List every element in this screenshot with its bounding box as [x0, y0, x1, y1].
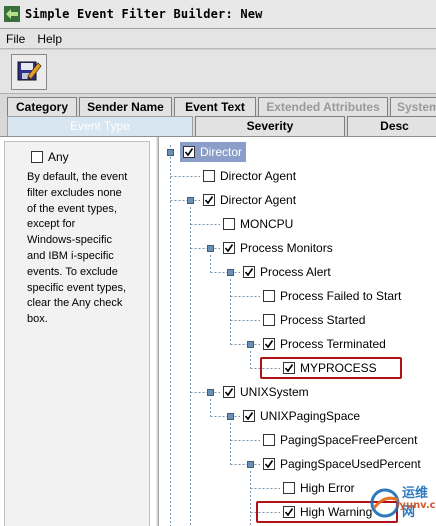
any-option[interactable]: Any: [31, 150, 69, 164]
help-text: By default, the event filter excludes no…: [27, 170, 147, 328]
help-line: except for: [27, 218, 76, 231]
node-checkbox[interactable]: [183, 146, 195, 158]
node-label: Process Monitors: [240, 241, 333, 255]
node-label: PagingSpaceFreePercent: [280, 433, 418, 447]
tree-node-process-failed-to-start[interactable]: Process Failed to Start: [263, 287, 401, 305]
help-line: specific event types,: [27, 281, 127, 294]
tree-node-director[interactable]: Director: [180, 142, 247, 162]
expand-handle[interactable]: [247, 341, 254, 348]
any-checkbox[interactable]: [31, 151, 43, 163]
node-checkbox[interactable]: [223, 386, 235, 398]
node-checkbox[interactable]: [283, 482, 295, 494]
watermark-url: iyunv.com: [396, 500, 436, 511]
node-checkbox[interactable]: [203, 194, 215, 206]
tree-node-process-started[interactable]: Process Started: [263, 311, 365, 329]
tree-node-unixpagingspace[interactable]: UNIXPagingSpace: [243, 407, 360, 425]
help-line: Windows-specific: [27, 234, 112, 247]
node-label: PagingSpaceUsedPercent: [280, 457, 421, 471]
highlight-box-myprocess: [260, 357, 402, 379]
help-line: and IBM i-specific: [27, 249, 114, 262]
tab-system[interactable]: System: [390, 97, 436, 117]
window-title: Simple Event Filter Builder: New: [25, 7, 263, 21]
expand-handle[interactable]: [227, 413, 234, 420]
node-checkbox[interactable]: [263, 338, 275, 350]
expand-handle[interactable]: [227, 269, 234, 276]
expand-handle[interactable]: [247, 461, 254, 468]
tab-severity[interactable]: Severity: [195, 116, 345, 136]
tab-strip: Category Sender Name Event Text Extended…: [0, 94, 436, 136]
tab-description[interactable]: Desc: [347, 116, 436, 136]
expand-handle[interactable]: [167, 149, 174, 156]
node-label: MONCPU: [240, 217, 294, 231]
help-line: filter excludes none: [27, 186, 122, 199]
node-label: UNIXSystem: [240, 385, 309, 399]
tree-node-process-monitors[interactable]: Process Monitors: [223, 239, 333, 257]
title-bar: Simple Event Filter Builder: New: [0, 0, 436, 29]
event-type-tree: Director Director Agent Director Agent M…: [160, 137, 436, 526]
node-label: Process Alert: [260, 265, 331, 279]
node-checkbox[interactable]: [263, 314, 275, 326]
tab-event-text[interactable]: Event Text: [174, 97, 256, 117]
expand-handle[interactable]: [207, 389, 214, 396]
tree-node-moncpu[interactable]: MONCPU: [223, 215, 293, 233]
save-edit-icon: [16, 58, 42, 87]
tree-node-unixsystem[interactable]: UNIXSystem: [223, 383, 309, 401]
tree-node-director-agent[interactable]: Director Agent: [203, 167, 296, 185]
event-type-panel: Any By default, the event filter exclude…: [0, 136, 436, 526]
node-checkbox[interactable]: [263, 434, 275, 446]
tab-category[interactable]: Category: [7, 97, 77, 117]
app-arrows-icon[interactable]: [3, 5, 21, 23]
tab-sender-name[interactable]: Sender Name: [79, 97, 172, 117]
help-line: By default, the event: [27, 171, 128, 183]
any-panel: Any By default, the event filter exclude…: [4, 141, 150, 526]
menu-file[interactable]: File: [0, 32, 31, 46]
expand-handle[interactable]: [187, 197, 194, 204]
split-divider[interactable]: [156, 137, 159, 526]
node-label: Director: [200, 145, 243, 159]
node-label: High Error: [300, 481, 355, 495]
node-checkbox[interactable]: [203, 170, 215, 182]
expand-handle[interactable]: [207, 245, 214, 252]
tree-node-pagingspaceusedpercent[interactable]: PagingSpaceUsedPercent: [263, 455, 421, 473]
node-label: Process Started: [280, 313, 366, 327]
save-button[interactable]: [11, 54, 47, 90]
node-checkbox[interactable]: [263, 458, 275, 470]
node-label: Process Failed to Start: [280, 289, 402, 303]
tree-node-director-agent[interactable]: Director Agent: [203, 191, 296, 209]
menu-bar: File Help: [0, 29, 436, 49]
tree-node-process-alert[interactable]: Process Alert: [243, 263, 331, 281]
tree-node-high-error[interactable]: High Error: [283, 479, 355, 497]
tab-extended-attributes[interactable]: Extended Attributes: [258, 97, 388, 117]
node-label: UNIXPagingSpace: [260, 409, 361, 423]
node-checkbox[interactable]: [243, 410, 255, 422]
node-label: Director Agent: [220, 193, 297, 207]
tab-event-type[interactable]: Event Type: [7, 116, 193, 136]
watermark-logo: 运维网 iyunv.com: [368, 482, 436, 526]
help-line: clear the Any check: [27, 297, 123, 310]
help-line: events. To exclude: [27, 265, 118, 278]
node-checkbox[interactable]: [243, 266, 255, 278]
help-line: box.: [27, 313, 48, 326]
tree-node-pagingspacefreepercent[interactable]: PagingSpaceFreePercent: [263, 431, 417, 449]
node-checkbox[interactable]: [223, 242, 235, 254]
node-label: Director Agent: [220, 169, 297, 183]
tree-node-process-terminated[interactable]: Process Terminated: [263, 335, 386, 353]
menu-help[interactable]: Help: [31, 32, 68, 46]
any-label: Any: [48, 150, 69, 164]
node-label: Process Terminated: [280, 337, 386, 351]
toolbar: [0, 50, 436, 94]
help-line: of the event types,: [27, 202, 117, 215]
node-checkbox[interactable]: [223, 218, 235, 230]
node-checkbox[interactable]: [263, 290, 275, 302]
